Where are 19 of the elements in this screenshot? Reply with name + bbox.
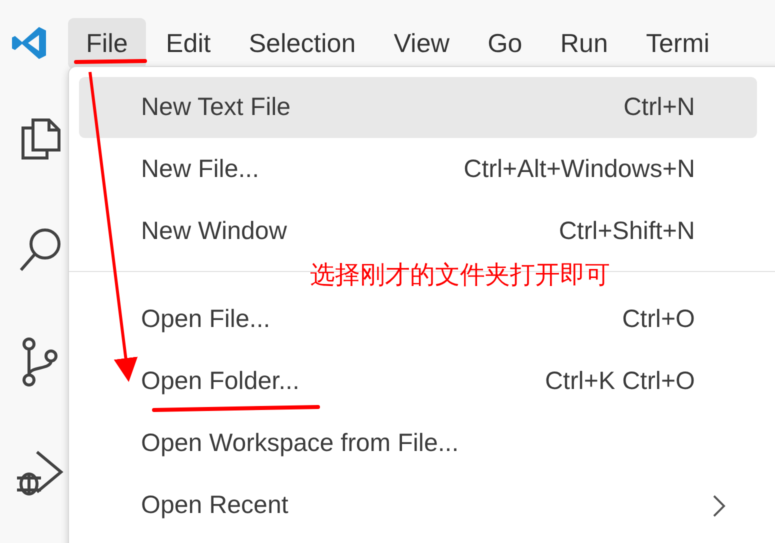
menu-bar-item[interactable]: Run xyxy=(542,18,626,68)
menu-item[interactable]: New Window Ctrl+Shift+N xyxy=(79,201,757,262)
shortcut-text: Ctrl+N xyxy=(623,93,695,122)
shortcut-text: Ctrl+Shift+N xyxy=(558,217,695,246)
menu-item[interactable]: Open Folder... Ctrl+K Ctrl+O xyxy=(79,351,757,412)
menu-bar-item[interactable]: Edit xyxy=(148,18,229,68)
shortcut-text: Ctrl+Alt+Windows+N xyxy=(464,155,695,184)
annotation-note: 选择刚才的文件夹打开即可 xyxy=(310,263,610,288)
menu-bar-item[interactable]: Selection xyxy=(230,18,374,68)
menu-bar-item[interactable]: View xyxy=(376,18,468,68)
menu-bar-item[interactable]: Termi xyxy=(628,18,728,68)
menu-item[interactable]: New File... Ctrl+Alt+Windows+N xyxy=(79,139,757,200)
shortcut-text: Ctrl+O xyxy=(622,305,695,334)
menu-item[interactable]: Open File... Ctrl+O xyxy=(79,289,757,350)
menu-bar-item[interactable]: Go xyxy=(470,18,540,68)
menu-item[interactable]: Open Workspace from File... xyxy=(79,413,757,474)
menu-item[interactable]: New Text File Ctrl+N xyxy=(79,77,757,138)
shortcut-text: Ctrl+K Ctrl+O xyxy=(544,367,695,396)
menu-item[interactable]: Open Recent xyxy=(79,475,757,536)
